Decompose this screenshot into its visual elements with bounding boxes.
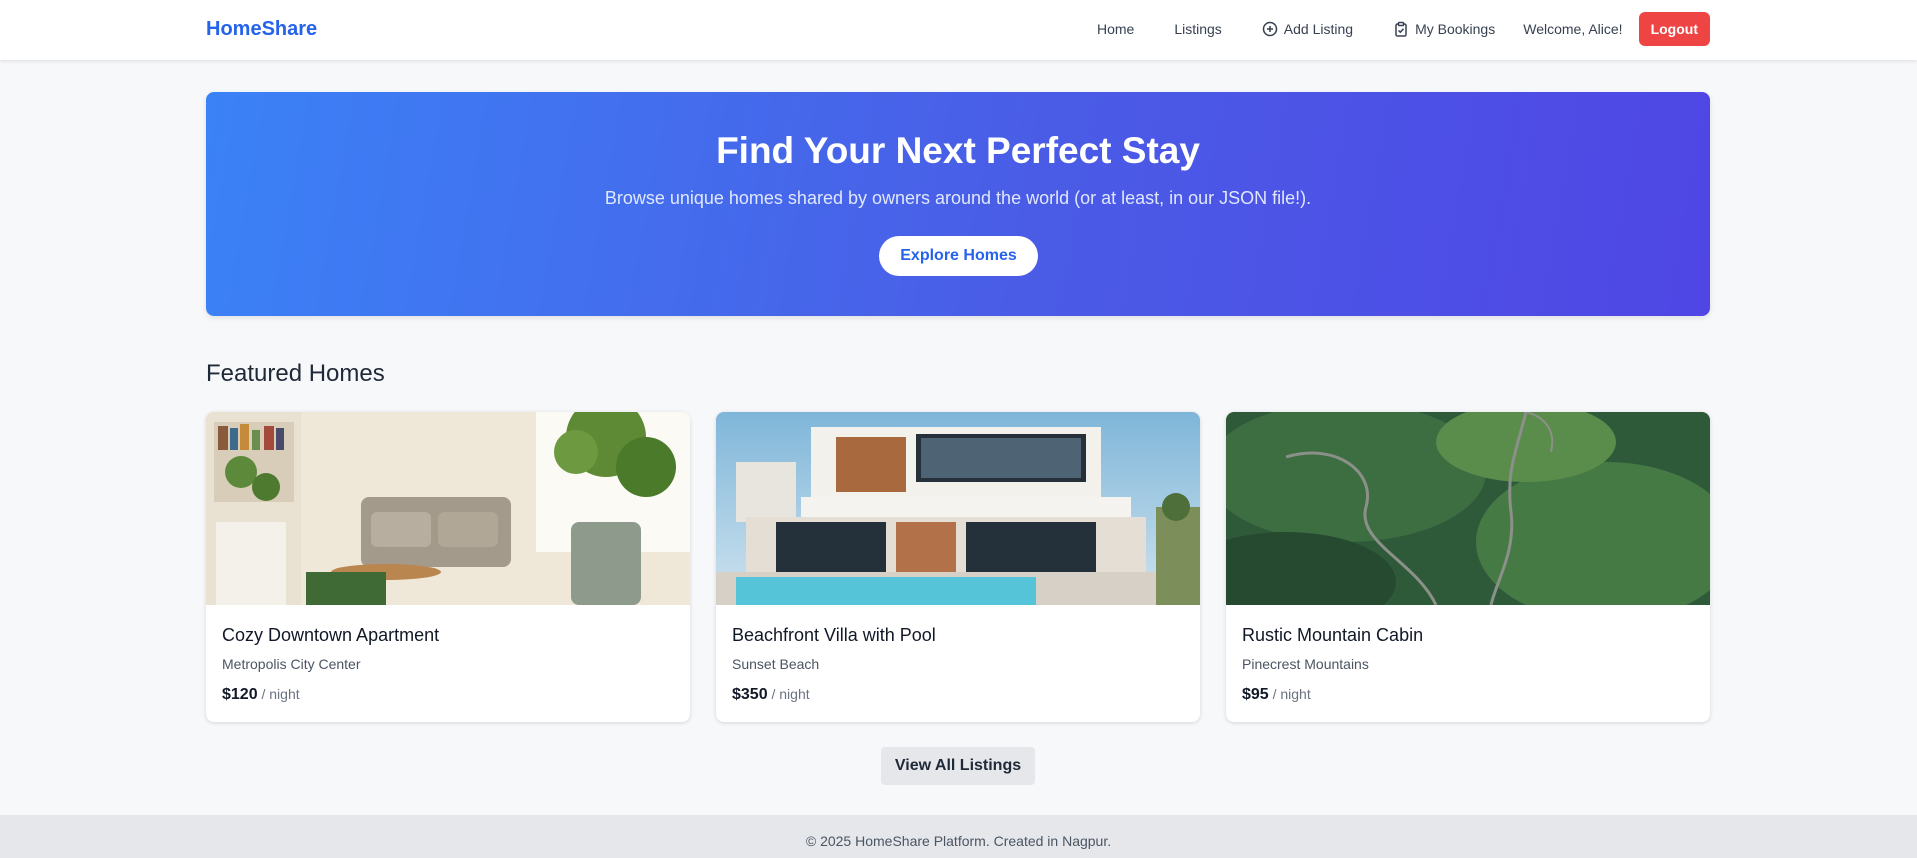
card-price: $120 / night xyxy=(222,686,674,704)
listing-card-villa[interactable]: Beachfront Villa with Pool Sunset Beach … xyxy=(716,412,1200,722)
featured-cards: Cozy Downtown Apartment Metropolis City … xyxy=(206,412,1710,722)
featured-title: Featured Homes xyxy=(206,360,385,387)
explore-homes-button[interactable]: Explore Homes xyxy=(879,236,1038,276)
villa-pool-photo xyxy=(716,412,1200,605)
footer: © 2025 HomeShare Platform. Created in Na… xyxy=(0,815,1917,858)
card-price: $350 / night xyxy=(732,686,1184,704)
nav-links: Home Listings Add Listing My Bookings We… xyxy=(1069,11,1710,47)
card-price: $95 / night xyxy=(1242,686,1694,704)
card-body: Cozy Downtown Apartment Metropolis City … xyxy=(206,605,690,704)
footer-text: © 2025 HomeShare Platform. Created in Na… xyxy=(805,833,1112,849)
card-price-unit: / night xyxy=(771,686,810,702)
card-location: Sunset Beach xyxy=(732,656,820,672)
mountain-road-photo xyxy=(1226,412,1710,605)
nav-link-label: Listings xyxy=(1174,21,1222,37)
card-title: Cozy Downtown Apartment xyxy=(222,625,440,645)
listing-card-apartment[interactable]: Cozy Downtown Apartment Metropolis City … xyxy=(206,412,690,722)
card-title: Beachfront Villa with Pool xyxy=(732,625,936,645)
nav-link-add-listing[interactable]: Add Listing xyxy=(1250,13,1365,45)
brand-logo[interactable]: HomeShare xyxy=(206,18,317,41)
nav-link-label: Add Listing xyxy=(1283,21,1354,37)
nav-link-home[interactable]: Home xyxy=(1085,13,1146,45)
living-room-photo xyxy=(206,412,690,605)
card-price-unit: / night xyxy=(261,686,300,702)
plus-circle-icon xyxy=(1262,21,1278,37)
navbar: HomeShare Home Listings Add Listing My B… xyxy=(0,0,1917,60)
clipboard-check-icon xyxy=(1393,21,1409,37)
nav-link-label: Home xyxy=(1096,21,1135,37)
card-price-amount: $120 xyxy=(222,686,258,703)
card-price-unit: / night xyxy=(1272,686,1311,702)
listing-card-cabin[interactable]: Rustic Mountain Cabin Pinecrest Mountain… xyxy=(1226,412,1710,722)
card-price-amount: $350 xyxy=(732,686,768,703)
nav-link-listings[interactable]: Listings xyxy=(1162,13,1233,45)
card-body: Beachfront Villa with Pool Sunset Beach … xyxy=(716,605,1200,704)
card-price-amount: $95 xyxy=(1242,686,1269,703)
card-body: Rustic Mountain Cabin Pinecrest Mountain… xyxy=(1226,605,1710,704)
welcome-text: Welcome, Alice! xyxy=(1523,21,1623,37)
card-location: Metropolis City Center xyxy=(222,656,361,672)
card-title: Rustic Mountain Cabin xyxy=(1242,625,1424,645)
logout-button[interactable]: Logout xyxy=(1638,12,1710,46)
card-location: Pinecrest Mountains xyxy=(1242,656,1369,672)
nav-link-my-bookings[interactable]: My Bookings xyxy=(1381,13,1507,45)
hero-title: Find Your Next Perfect Stay xyxy=(716,130,1200,171)
hero-banner: Find Your Next Perfect Stay Browse uniqu… xyxy=(206,92,1710,316)
nav-link-label: My Bookings xyxy=(1415,21,1496,37)
hero-subtitle: Browse unique homes shared by owners aro… xyxy=(604,188,1312,208)
view-all-listings-button[interactable]: View All Listings xyxy=(881,747,1035,785)
